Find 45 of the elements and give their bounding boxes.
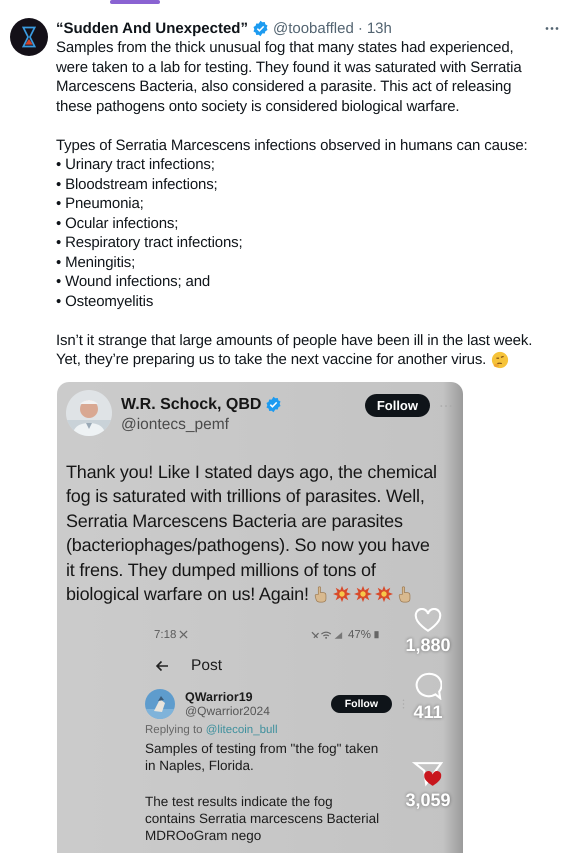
action-count: 411	[413, 702, 443, 722]
more-icon[interactable]	[544, 26, 560, 30]
back-arrow-icon[interactable]	[155, 660, 169, 672]
post-text: Samples from the thick unusual fog that many states had experienced, were taken to a lab for testing. They found it was saturated with Serratia Marcescens Bacteria, also considered a parasite. This act of releasing these pathogens onto society is considered biological warfare.	[56, 38, 523, 116]
list-heading: Types of Serratia Marcescens infections observed in humans can cause:	[56, 136, 529, 155]
list-item: • Ocular infections;	[56, 214, 180, 233]
burst-icon	[332, 585, 351, 604]
action-count: 3,059	[405, 790, 451, 810]
reply-author-name[interactable]: QWarrior19	[185, 690, 321, 704]
follow-button[interactable]: Follow	[330, 694, 392, 712]
list-item: • Bloodstream infections;	[56, 174, 219, 194]
follow-button[interactable]: Follow	[364, 394, 430, 416]
timestamp: 13h	[366, 20, 392, 36]
status-time: 7:18	[154, 628, 176, 640]
burst-icon	[354, 585, 372, 604]
quoted-author-handle[interactable]: @iontecs_pemf	[121, 416, 356, 434]
battery-level: 47%	[348, 628, 371, 640]
list-item: • Urinary tract infections;	[56, 155, 216, 174]
hourglass-avatar	[10, 18, 48, 56]
replying-label: Replying to	[145, 724, 204, 736]
post-text: Yet, they’re preparing us to take the next vaccine for another virus.	[56, 350, 486, 370]
reply-text: The test results indicate the fog contains Serratia marcescens Bacterial MDROoGram nego	[145, 792, 380, 844]
battery-icon	[374, 630, 379, 639]
status-icons-drawing	[310, 630, 345, 640]
comment-bubble-icon[interactable]	[414, 672, 442, 700]
list-item: • Osteomyelitis	[56, 292, 154, 311]
cross-icon	[179, 630, 188, 639]
list-item: • Meningitis;	[56, 252, 136, 272]
list-item: • Pneumonia;	[56, 194, 145, 214]
list-item: • Respiratory tract infections;	[56, 233, 244, 252]
emoji-icon	[491, 350, 510, 369]
screen-title: Post	[191, 656, 222, 674]
quoted-text: biological warfare on us! Again!	[66, 583, 309, 606]
list-item: • Wound infections; and	[56, 272, 212, 292]
burst-icon	[374, 585, 393, 604]
quoted-author-name[interactable]: W.R. Schock, QBD	[121, 396, 262, 414]
post-text: Isn’t it strange that large amounts of people have been ill in the last week.	[56, 330, 534, 350]
action-count: 1,880	[405, 634, 451, 656]
reply-author-handle[interactable]: @Qwarrior2024	[185, 704, 321, 718]
tab-indicator	[110, 0, 160, 4]
reply-text: Samples of testing from "the fog" taken in Naples, Florida.	[145, 740, 380, 774]
heart-icon[interactable]	[414, 608, 442, 632]
separator: ·	[358, 20, 363, 36]
author-handle[interactable]: @toobaffled	[272, 20, 354, 36]
author-name[interactable]: “Sudden And Unexpected”	[56, 20, 248, 36]
